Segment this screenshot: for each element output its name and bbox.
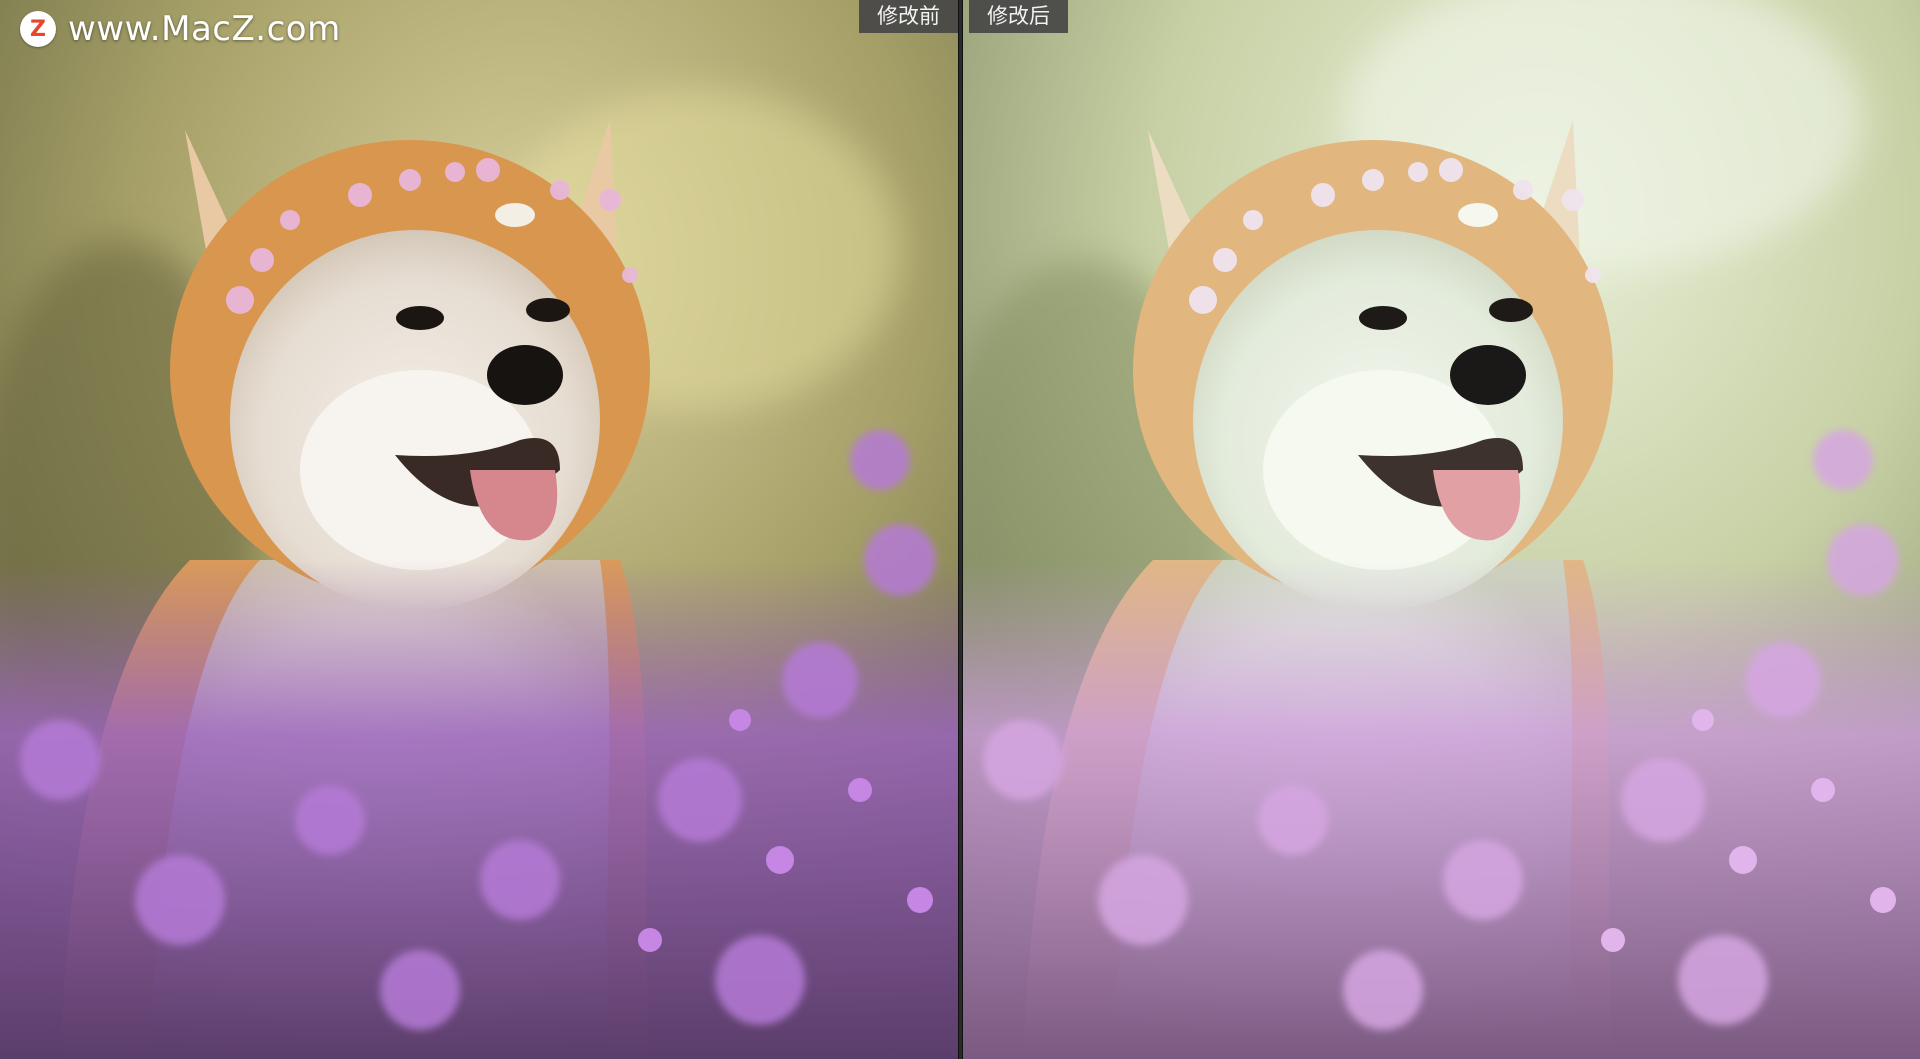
macz-watermark: Z www.MacZ.com bbox=[20, 9, 341, 49]
macz-logo-letter: Z bbox=[30, 16, 46, 42]
before-photo-pane: 修改前 bbox=[0, 0, 958, 1059]
macz-logo-icon: Z bbox=[20, 11, 56, 47]
before-label: 修改前 bbox=[859, 0, 958, 33]
after-photo-pane: 修改后 bbox=[963, 0, 1920, 1059]
after-photo bbox=[963, 0, 1920, 1059]
before-photo bbox=[0, 0, 958, 1059]
after-label: 修改后 bbox=[969, 0, 1068, 33]
watermark-site-text: www.MacZ.com bbox=[68, 9, 341, 49]
